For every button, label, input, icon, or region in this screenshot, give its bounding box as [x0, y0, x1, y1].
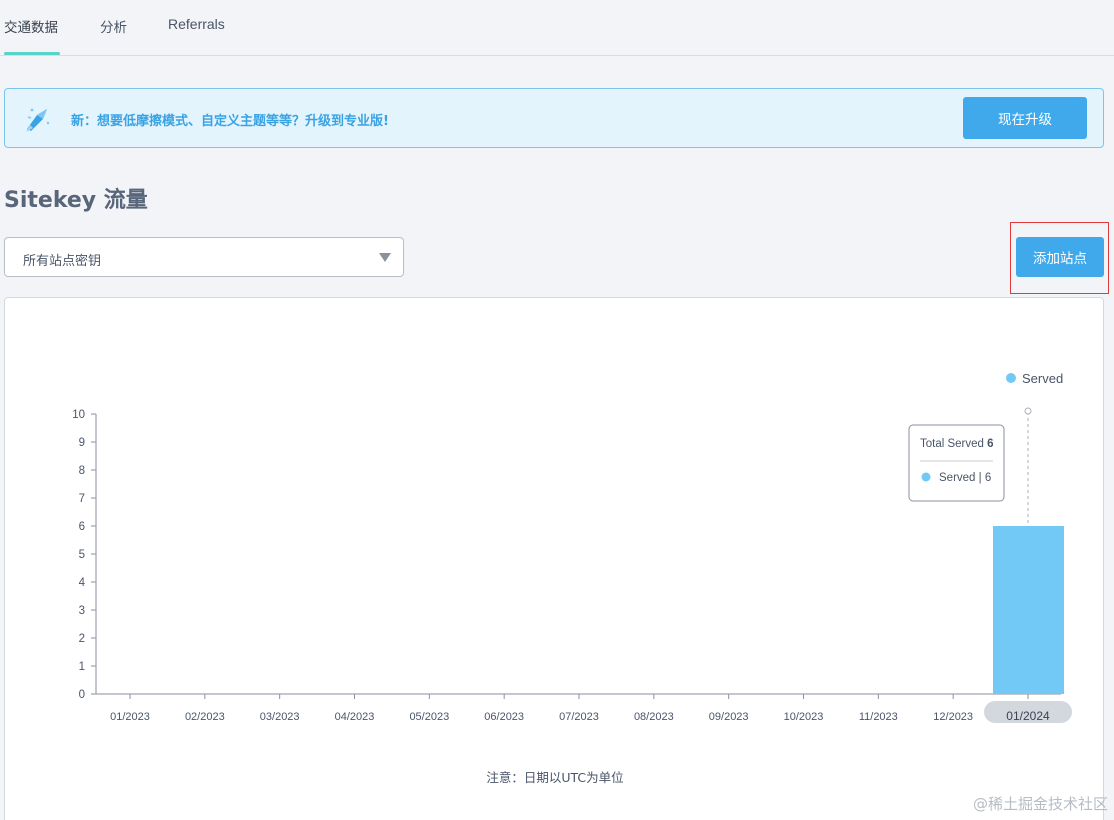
- tab-bar: 交通数据 分析 Referrals: [0, 0, 1114, 56]
- x-tick-label: 03/2023: [260, 711, 300, 723]
- rocket-icon: [26, 108, 50, 132]
- x-tick-label: 12/2023: [933, 711, 973, 723]
- banner-message: 新：想要低摩擦模式、自定义主题等等？升级到专业版!: [71, 114, 389, 129]
- active-tab-indicator: [4, 52, 60, 55]
- y-tick-label: 0: [79, 689, 85, 701]
- tab-analytics[interactable]: 分析: [100, 16, 127, 36]
- traffic-bar-chart: 0 1 2 3 4 5 6 7 8 9 10 01/2023 02/2023 03/2023 04/2023…: [72, 371, 1072, 723]
- y-tick-label: 6: [79, 521, 85, 533]
- watermark: @稀土掘金技术社区: [972, 795, 1108, 813]
- legend-marker: [1006, 373, 1016, 383]
- y-tick-label: 3: [79, 605, 85, 617]
- tooltip-title-text: Total Served: [920, 438, 987, 450]
- tooltip-total: 6: [987, 438, 993, 450]
- tooltip-box: [908, 424, 1005, 502]
- data-bar: [993, 526, 1064, 694]
- x-tick-label: 06/2023: [484, 711, 524, 723]
- tooltip-title: Total Served 6: [920, 438, 994, 450]
- y-tick-label: 9: [79, 437, 85, 449]
- traffic-chart-panel: 0 1 2 3 4 5 6 7 8 9 10 01/2023 02/2023 03/2023 04/2023…: [4, 297, 1104, 820]
- y-tick-label: 8: [79, 465, 85, 477]
- utc-footnote: 注意：日期以UTC为单位: [486, 770, 624, 785]
- crosshair-marker: [1024, 407, 1032, 415]
- y-tick-label: 10: [72, 409, 85, 421]
- x-tick-label: 02/2023: [185, 711, 225, 723]
- tab-referrals[interactable]: Referrals: [168, 16, 225, 32]
- add-site-button[interactable]: 添加站点: [1016, 237, 1104, 277]
- x-tick-label: 11/2023: [859, 711, 898, 723]
- chevron-down-icon: [379, 253, 391, 262]
- x-tick-label: 10/2023: [784, 711, 824, 723]
- sitekey-select[interactable]: 所有站点密钥: [4, 237, 404, 277]
- tooltip-series-marker: [921, 472, 931, 482]
- y-tick-label: 2: [79, 633, 85, 645]
- y-tick-label: 5: [79, 549, 85, 561]
- upgrade-now-button[interactable]: 现在升级: [963, 97, 1087, 139]
- y-tick-label: 4: [79, 577, 86, 589]
- tooltip-series-row: Served | 6: [939, 472, 991, 484]
- x-tick-label: 01/2023: [110, 711, 150, 723]
- legend-label: Served: [1022, 371, 1063, 386]
- y-tick-label: 1: [79, 661, 85, 673]
- x-tick-label: 04/2023: [335, 711, 375, 723]
- x-tick-label: 08/2023: [634, 711, 674, 723]
- x-tick-label: 07/2023: [559, 711, 599, 723]
- tab-traffic-data[interactable]: 交通数据: [4, 16, 58, 36]
- x-tick-label: 09/2023: [709, 711, 749, 723]
- upgrade-banner: 新：想要低摩擦模式、自定义主题等等？升级到专业版! 现在升级: [4, 88, 1104, 148]
- x-tick-label: 01/2024: [1006, 709, 1050, 723]
- sitekey-select-value: 所有站点密钥: [23, 254, 102, 269]
- y-tick-label: 7: [79, 493, 85, 505]
- page-title: Sitekey 流量: [4, 188, 148, 213]
- x-tick-label: 05/2023: [409, 711, 449, 723]
